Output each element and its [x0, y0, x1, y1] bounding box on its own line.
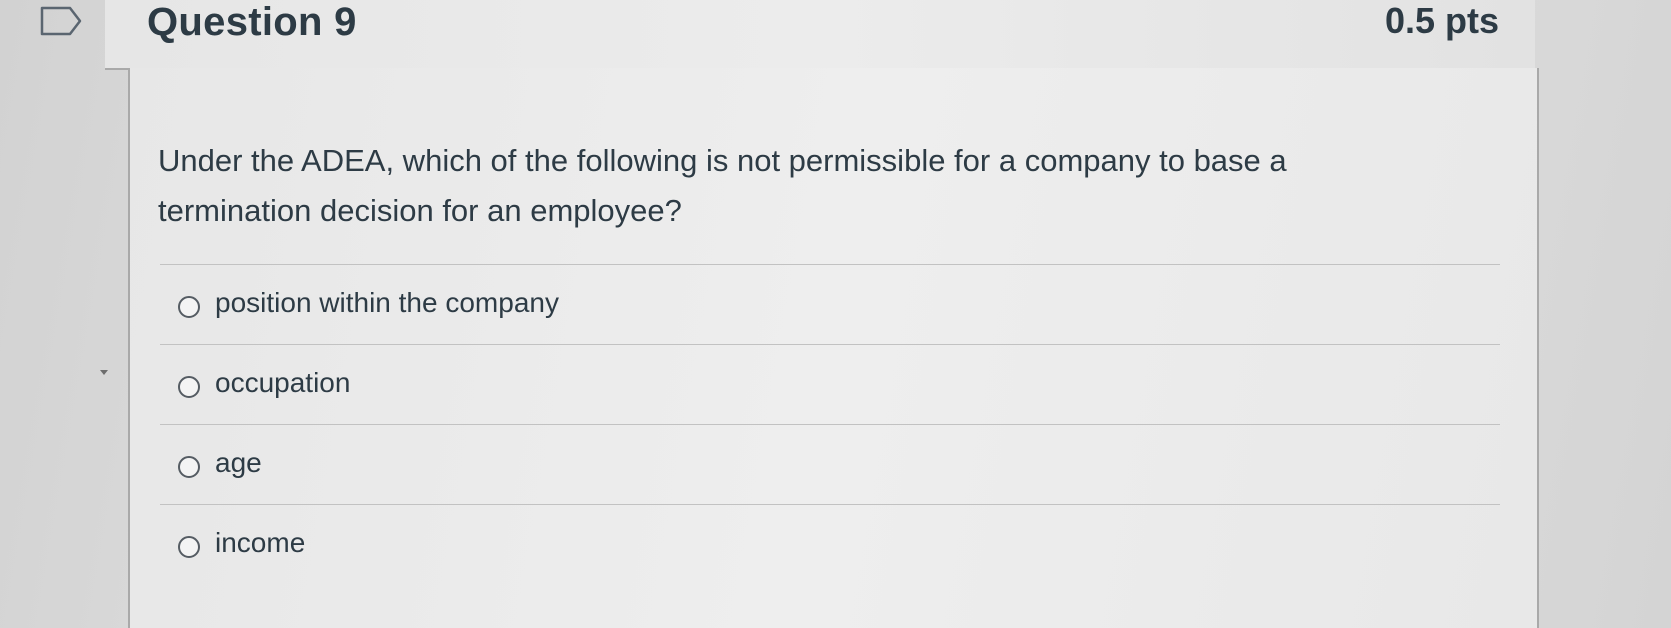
answer-option[interactable]: position within the company [160, 264, 1500, 344]
caret-down-icon [100, 370, 108, 375]
question-title: Question 9 [147, 0, 357, 44]
radio-button[interactable] [178, 536, 200, 558]
radio-button[interactable] [178, 376, 200, 398]
answer-label[interactable]: income [215, 527, 305, 559]
quiz-page: Question 9 0.5 pts Under the ADEA, which… [0, 0, 1671, 628]
answer-label[interactable]: age [215, 447, 262, 479]
radio-button[interactable] [178, 456, 200, 478]
question-card: Under the ADEA, which of the following i… [128, 68, 1539, 628]
answer-label[interactable]: position within the company [215, 287, 559, 319]
question-header: Question 9 0.5 pts [105, 0, 1535, 70]
answer-list: position within the company occupation a… [160, 264, 1500, 584]
radio-button[interactable] [178, 296, 200, 318]
bookmark-flag-icon[interactable] [40, 6, 82, 36]
answer-option[interactable]: income [160, 504, 1500, 584]
answer-option[interactable]: occupation [160, 344, 1500, 424]
question-text: Under the ADEA, which of the following i… [158, 143, 1287, 228]
question-points: 0.5 pts [1384, 0, 1499, 41]
answer-label[interactable]: occupation [215, 367, 350, 399]
answer-option[interactable]: age [160, 424, 1500, 504]
